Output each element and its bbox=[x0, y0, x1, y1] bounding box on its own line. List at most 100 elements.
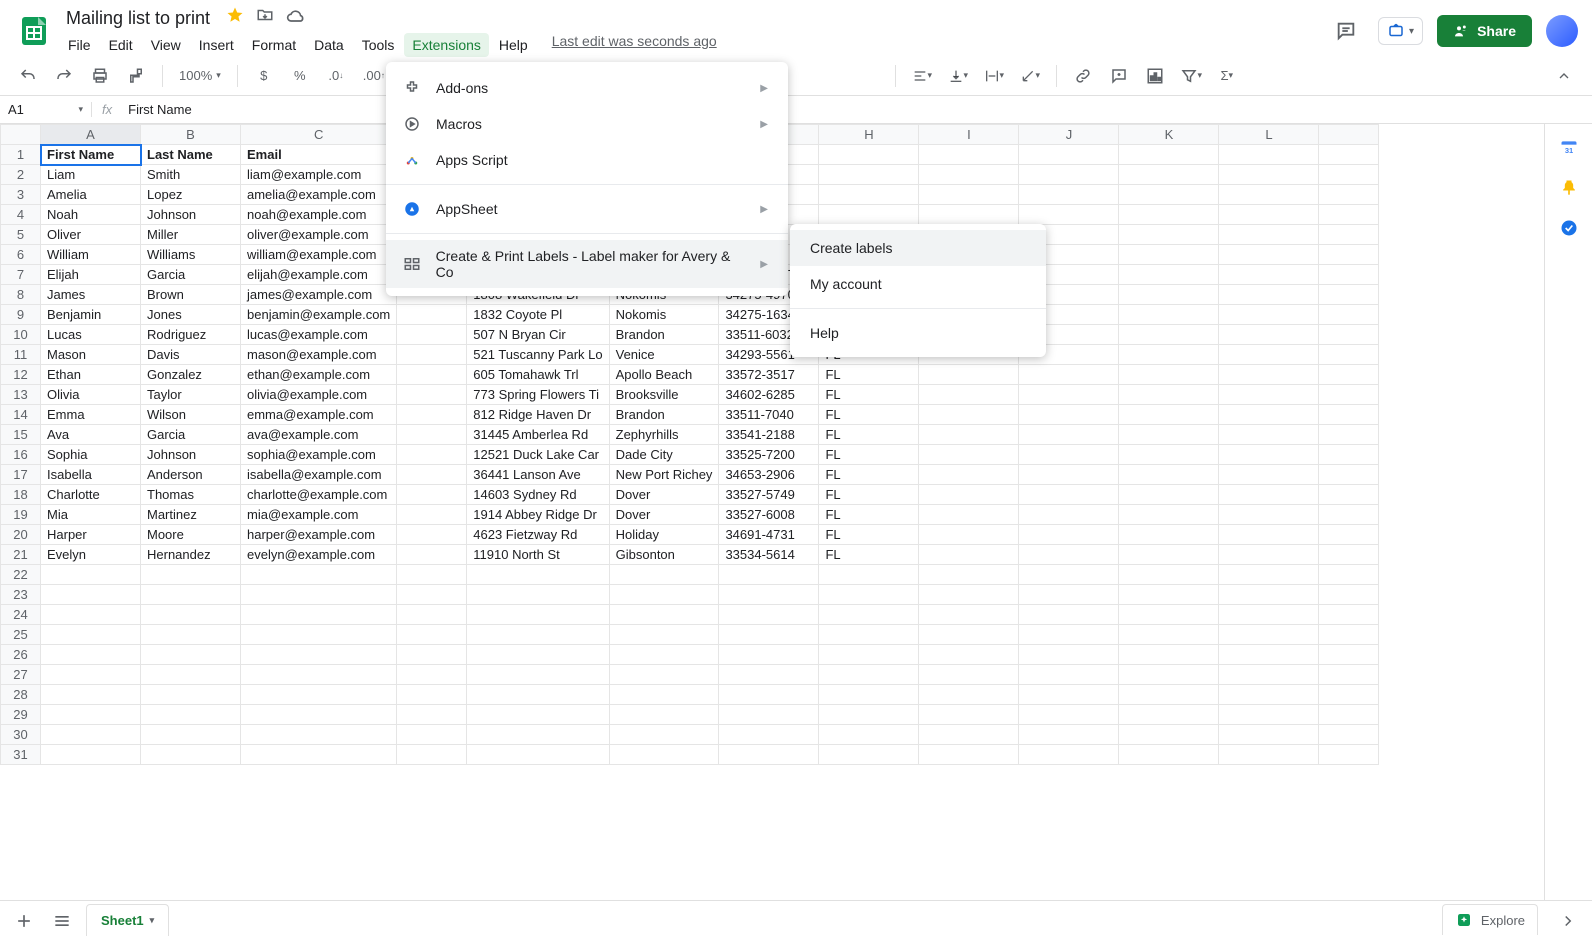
cell[interactable] bbox=[1019, 585, 1119, 605]
row-header[interactable]: 16 bbox=[1, 445, 41, 465]
chart-icon[interactable] bbox=[1141, 62, 1169, 90]
cell[interactable] bbox=[1019, 485, 1119, 505]
cell[interactable] bbox=[1119, 705, 1219, 725]
cell[interactable] bbox=[141, 605, 241, 625]
cell[interactable] bbox=[241, 565, 397, 585]
cell[interactable] bbox=[1119, 185, 1219, 205]
currency-icon[interactable]: $ bbox=[250, 62, 278, 90]
cell[interactable] bbox=[141, 565, 241, 585]
cell[interactable]: 33527-6008 bbox=[719, 505, 819, 525]
cell[interactable]: james@example.com bbox=[241, 285, 397, 305]
menu-data[interactable]: Data bbox=[306, 33, 352, 57]
cell[interactable] bbox=[609, 565, 719, 585]
cell[interactable]: Dover bbox=[609, 485, 719, 505]
cell[interactable] bbox=[1219, 585, 1319, 605]
col-header[interactable]: K bbox=[1119, 125, 1219, 145]
cell[interactable]: emma@example.com bbox=[241, 405, 397, 425]
cell[interactable] bbox=[1219, 745, 1319, 765]
row-header[interactable]: 3 bbox=[1, 185, 41, 205]
cell[interactable] bbox=[1119, 225, 1219, 245]
print-icon[interactable] bbox=[86, 62, 114, 90]
cell[interactable] bbox=[1219, 185, 1319, 205]
cell[interactable] bbox=[1019, 505, 1119, 525]
cell[interactable] bbox=[241, 605, 397, 625]
cell[interactable]: First Name bbox=[41, 145, 141, 165]
cell[interactable]: FL bbox=[819, 365, 919, 385]
cell[interactable]: sophia@example.com bbox=[241, 445, 397, 465]
cell[interactable] bbox=[1319, 565, 1379, 585]
side-panel-toggle-icon[interactable] bbox=[1554, 907, 1582, 935]
cell[interactable]: FL bbox=[819, 385, 919, 405]
cell[interactable] bbox=[1219, 565, 1319, 585]
cell[interactable] bbox=[1019, 545, 1119, 565]
cell[interactable]: FL bbox=[819, 445, 919, 465]
menu-macros[interactable]: Macros ▶ bbox=[386, 106, 788, 142]
cell[interactable] bbox=[719, 605, 819, 625]
cell[interactable] bbox=[1019, 725, 1119, 745]
cell[interactable] bbox=[819, 205, 919, 225]
cell[interactable] bbox=[1319, 625, 1379, 645]
cell[interactable] bbox=[819, 605, 919, 625]
cell[interactable]: FL bbox=[819, 505, 919, 525]
cell[interactable] bbox=[397, 705, 467, 725]
wrap-icon[interactable]: ▾ bbox=[980, 62, 1008, 90]
cell[interactable]: FL bbox=[819, 405, 919, 425]
v-align-icon[interactable]: ▾ bbox=[944, 62, 972, 90]
cell[interactable]: Brown bbox=[141, 285, 241, 305]
cell[interactable] bbox=[1319, 365, 1379, 385]
cell[interactable]: 14603 Sydney Rd bbox=[467, 485, 609, 505]
cell[interactable] bbox=[41, 745, 141, 765]
functions-icon[interactable]: Σ▾ bbox=[1213, 62, 1241, 90]
cell[interactable] bbox=[1119, 365, 1219, 385]
cell[interactable]: Harper bbox=[41, 525, 141, 545]
cell[interactable]: liam@example.com bbox=[241, 165, 397, 185]
col-header[interactable] bbox=[1319, 125, 1379, 145]
cell[interactable] bbox=[1319, 525, 1379, 545]
menu-view[interactable]: View bbox=[143, 33, 189, 57]
rotate-icon[interactable]: ▾ bbox=[1016, 62, 1044, 90]
cell[interactable] bbox=[141, 665, 241, 685]
cell[interactable] bbox=[241, 625, 397, 645]
cell[interactable]: Ethan bbox=[41, 365, 141, 385]
cell[interactable] bbox=[1319, 145, 1379, 165]
cell[interactable] bbox=[1319, 265, 1379, 285]
keep-icon[interactable] bbox=[1559, 178, 1579, 198]
cell[interactable]: amelia@example.com bbox=[241, 185, 397, 205]
name-box[interactable]: A1▾ bbox=[0, 102, 92, 117]
cell[interactable] bbox=[919, 565, 1019, 585]
cell[interactable] bbox=[919, 145, 1019, 165]
cell[interactable] bbox=[609, 625, 719, 645]
cell[interactable] bbox=[1319, 485, 1379, 505]
row-header[interactable]: 15 bbox=[1, 425, 41, 445]
cell[interactable] bbox=[1219, 465, 1319, 485]
cell[interactable]: Garcia bbox=[141, 425, 241, 445]
cell[interactable] bbox=[609, 645, 719, 665]
cell[interactable] bbox=[609, 705, 719, 725]
row-header[interactable]: 11 bbox=[1, 345, 41, 365]
row-header[interactable]: 28 bbox=[1, 685, 41, 705]
cell[interactable] bbox=[819, 705, 919, 725]
cell[interactable] bbox=[1319, 205, 1379, 225]
cell[interactable]: 507 N Bryan Cir bbox=[467, 325, 609, 345]
cell[interactable]: Mason bbox=[41, 345, 141, 365]
cell[interactable]: 34691-4731 bbox=[719, 525, 819, 545]
cell[interactable] bbox=[1319, 725, 1379, 745]
tasks-icon[interactable] bbox=[1559, 218, 1579, 238]
cell[interactable] bbox=[397, 445, 467, 465]
row-header[interactable]: 4 bbox=[1, 205, 41, 225]
star-icon[interactable] bbox=[226, 6, 244, 31]
cell[interactable] bbox=[919, 205, 1019, 225]
cell[interactable] bbox=[609, 585, 719, 605]
cell[interactable] bbox=[1119, 305, 1219, 325]
cell[interactable] bbox=[1019, 605, 1119, 625]
row-header[interactable]: 12 bbox=[1, 365, 41, 385]
cell[interactable] bbox=[467, 745, 609, 765]
cell[interactable] bbox=[1119, 165, 1219, 185]
cell[interactable]: Brooksville bbox=[609, 385, 719, 405]
cell[interactable]: Dade City bbox=[609, 445, 719, 465]
cell[interactable] bbox=[397, 485, 467, 505]
row-header[interactable]: 9 bbox=[1, 305, 41, 325]
cell[interactable] bbox=[1219, 205, 1319, 225]
cell[interactable] bbox=[1319, 745, 1379, 765]
cell[interactable] bbox=[397, 305, 467, 325]
